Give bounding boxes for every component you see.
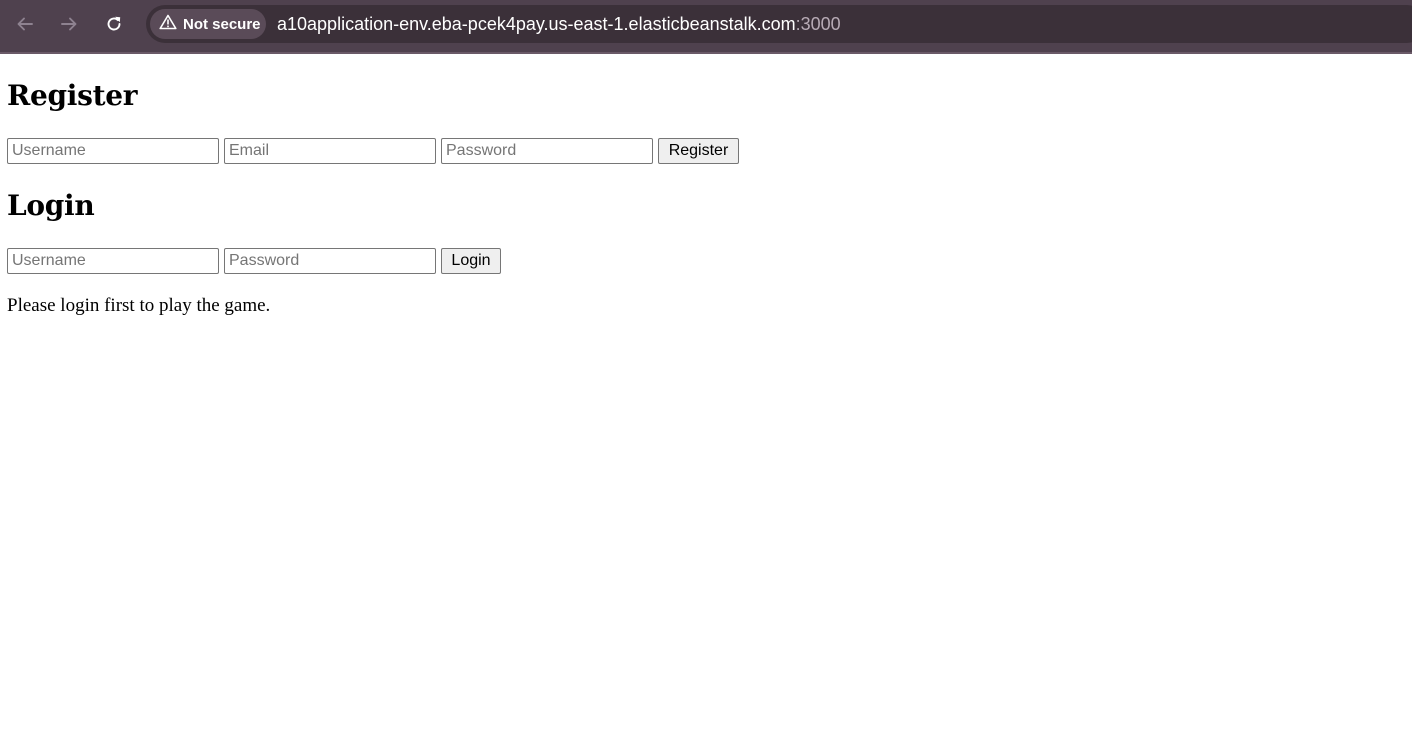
status-message: Please login first to play the game.: [7, 295, 271, 316]
browser-toolbar: Not secure a10application-env.eba-pcek4p…: [0, 0, 1412, 52]
security-label: Not secure: [183, 15, 261, 33]
security-indicator[interactable]: Not secure: [150, 9, 266, 39]
login-password-input[interactable]: [224, 248, 436, 274]
reload-icon: [104, 14, 124, 34]
register-password-input[interactable]: [441, 138, 653, 164]
url-host: a10application-env.eba-pcek4pay.us-east-…: [277, 14, 796, 34]
url-port: :3000: [795, 14, 841, 34]
warning-triangle-icon: [159, 14, 177, 34]
register-button[interactable]: Register: [658, 138, 739, 164]
arrow-left-icon: [15, 14, 35, 34]
login-heading: Login: [7, 189, 95, 222]
arrow-right-icon: [59, 14, 79, 34]
register-heading: Register: [7, 79, 138, 112]
register-email-input[interactable]: [224, 138, 436, 164]
register-username-input[interactable]: [7, 138, 219, 164]
reload-button[interactable]: [102, 12, 126, 36]
toolbar-divider: [0, 52, 1412, 54]
login-username-input[interactable]: [7, 248, 219, 274]
forward-button[interactable]: [57, 12, 81, 36]
back-button[interactable]: [13, 12, 37, 36]
url-text[interactable]: a10application-env.eba-pcek4pay.us-east-…: [277, 13, 841, 35]
login-button[interactable]: Login: [441, 248, 501, 274]
